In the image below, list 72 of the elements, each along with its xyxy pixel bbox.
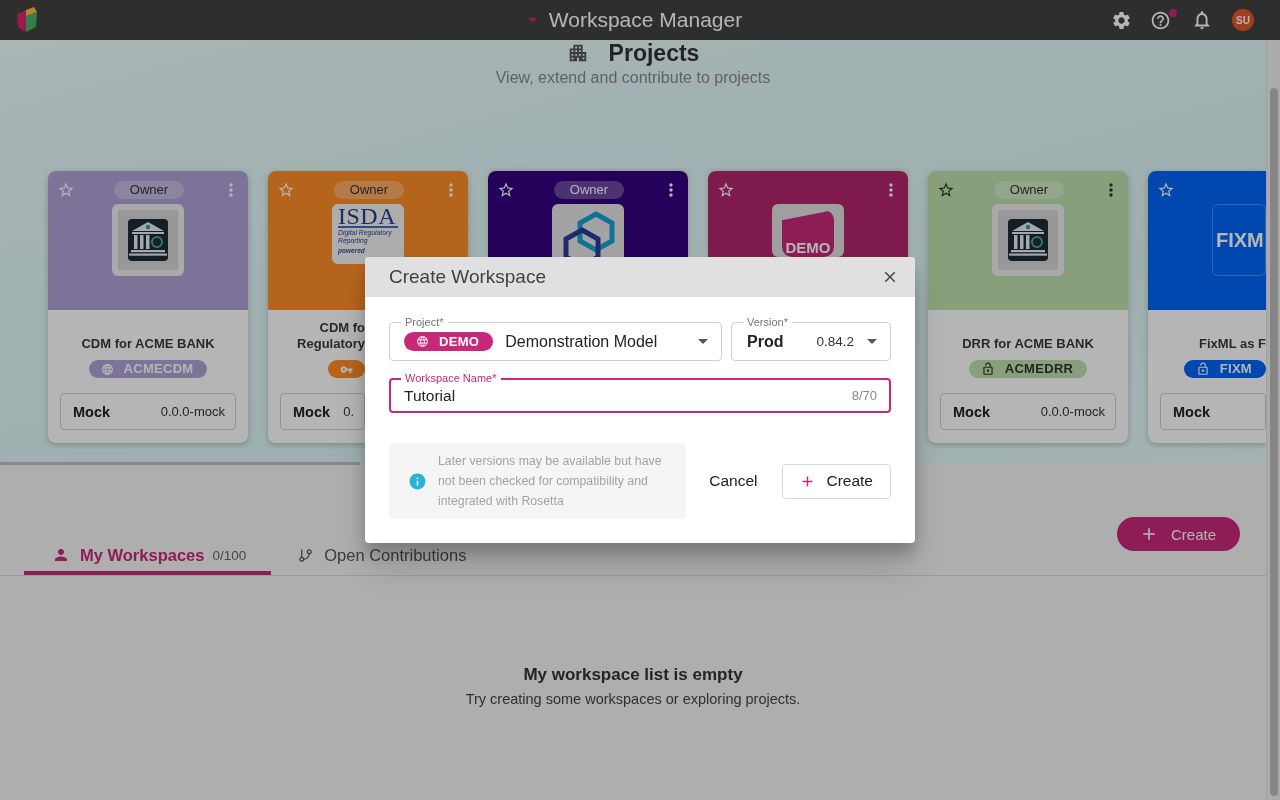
caret-icon <box>698 339 708 344</box>
page-title: Projects <box>608 42 700 64</box>
empty-state-message: Try creating some workspaces or exploring projects. <box>464 690 802 708</box>
project-title: FixML as F <box>1199 336 1266 352</box>
star-icon[interactable] <box>937 181 955 199</box>
page-subtitle: View, extend and contribute to projects <box>495 69 771 87</box>
logo-tag: DEMO <box>782 210 834 257</box>
star-icon[interactable] <box>277 181 295 199</box>
workspace-name-field[interactable]: Workspace Name* Tutorial 8/70 <box>389 371 891 413</box>
padlock-icon <box>1195 362 1210 376</box>
horizontal-scrollbar[interactable] <box>0 462 360 465</box>
release-label: Mock <box>1173 403 1211 420</box>
release-version: 0.0.0-mock <box>160 404 225 419</box>
star-icon[interactable] <box>1157 181 1175 199</box>
tab[interactable]: My Workspaces 0/100 <box>24 539 272 575</box>
globe-icon <box>416 335 429 348</box>
tab-count: 0/100 <box>212 547 247 563</box>
project-card[interactable]: Owner <box>488 171 688 257</box>
bank-logo-icon <box>112 204 184 276</box>
text-input[interactable]: Tutorial <box>404 386 852 405</box>
project-select[interactable]: Project* DEMO Demonstration Model <box>389 315 722 361</box>
release-label: Mock <box>293 403 331 420</box>
badge-text: ACMEDRR <box>1004 361 1074 377</box>
empty-state-title: My workspace list is empty <box>522 666 744 684</box>
caret-icon <box>867 339 877 344</box>
padlock-icon <box>980 362 995 376</box>
project-card[interactable]: FIXM FixML as F FIXM Mock <box>1148 171 1266 443</box>
create-button[interactable]: Create <box>1116 517 1240 551</box>
field-label: Workspace Name* <box>401 371 501 385</box>
dialog-title: Create Workspace <box>389 266 546 288</box>
release-label: Mock <box>73 403 111 420</box>
project-title: Regulatory <box>297 336 365 352</box>
character-counter: 8/70 <box>851 388 877 403</box>
field-label: Project* <box>401 315 448 329</box>
bank-logo-icon <box>992 204 1064 276</box>
logo-tile: FIXM <box>1212 204 1266 276</box>
badge-text: ACMECDM <box>123 361 194 377</box>
create-button[interactable]: Create <box>782 463 891 499</box>
logo-title: ISDA <box>338 207 397 225</box>
scrollbar-thumb[interactable] <box>1269 88 1278 796</box>
badge-text: FIXM <box>1219 361 1252 377</box>
field-label: Version* <box>743 315 792 329</box>
project-card[interactable]: Owner CDM for ACME BANK ACMECDM Mock 0.0.0-mock <box>48 171 248 443</box>
star-icon[interactable] <box>57 181 75 199</box>
project-card[interactable]: DEMO <box>708 171 908 257</box>
star-icon[interactable] <box>497 181 515 199</box>
project-card[interactable]: Owner DRR for ACME BANK ACMEDRR Mock 0.0.0-mock <box>928 171 1128 443</box>
info-icon <box>408 471 427 491</box>
settings-icon <box>1111 9 1132 31</box>
globe-icon <box>100 362 114 376</box>
tab[interactable]: Open Contributions <box>271 539 492 575</box>
project-title: CDM fo <box>319 320 365 336</box>
release-version: 0.0.0-mock <box>1040 404 1105 419</box>
help-icon <box>1150 9 1171 31</box>
help-button[interactable] <box>1150 8 1176 32</box>
project-title: DRR for ACME BANK <box>962 336 1094 352</box>
select-value: Prod <box>747 332 784 351</box>
person-icon <box>52 546 70 564</box>
app-title-menu[interactable]: Workspace Manager <box>527 8 743 32</box>
version-select[interactable]: Version* Prod 0.84.2 <box>731 315 891 361</box>
project-title: CDM for ACME BANK <box>81 336 215 352</box>
select-value: Demonstration Model <box>505 332 658 351</box>
star-icon[interactable] <box>717 181 735 199</box>
release-label: Mock <box>953 403 991 420</box>
badge-text: DEMO <box>439 333 480 350</box>
app-logo-icon[interactable] <box>16 7 38 33</box>
caret-icon <box>527 17 537 23</box>
info-text: Later versions may be available but have not been checked for compatibility and integrated with Rosetta <box>438 453 663 510</box>
branch-icon <box>298 547 314 563</box>
cancel-button[interactable]: Cancel <box>695 464 772 498</box>
release-version: 0. <box>343 404 354 419</box>
version-number: 0.84.2 <box>816 334 854 349</box>
